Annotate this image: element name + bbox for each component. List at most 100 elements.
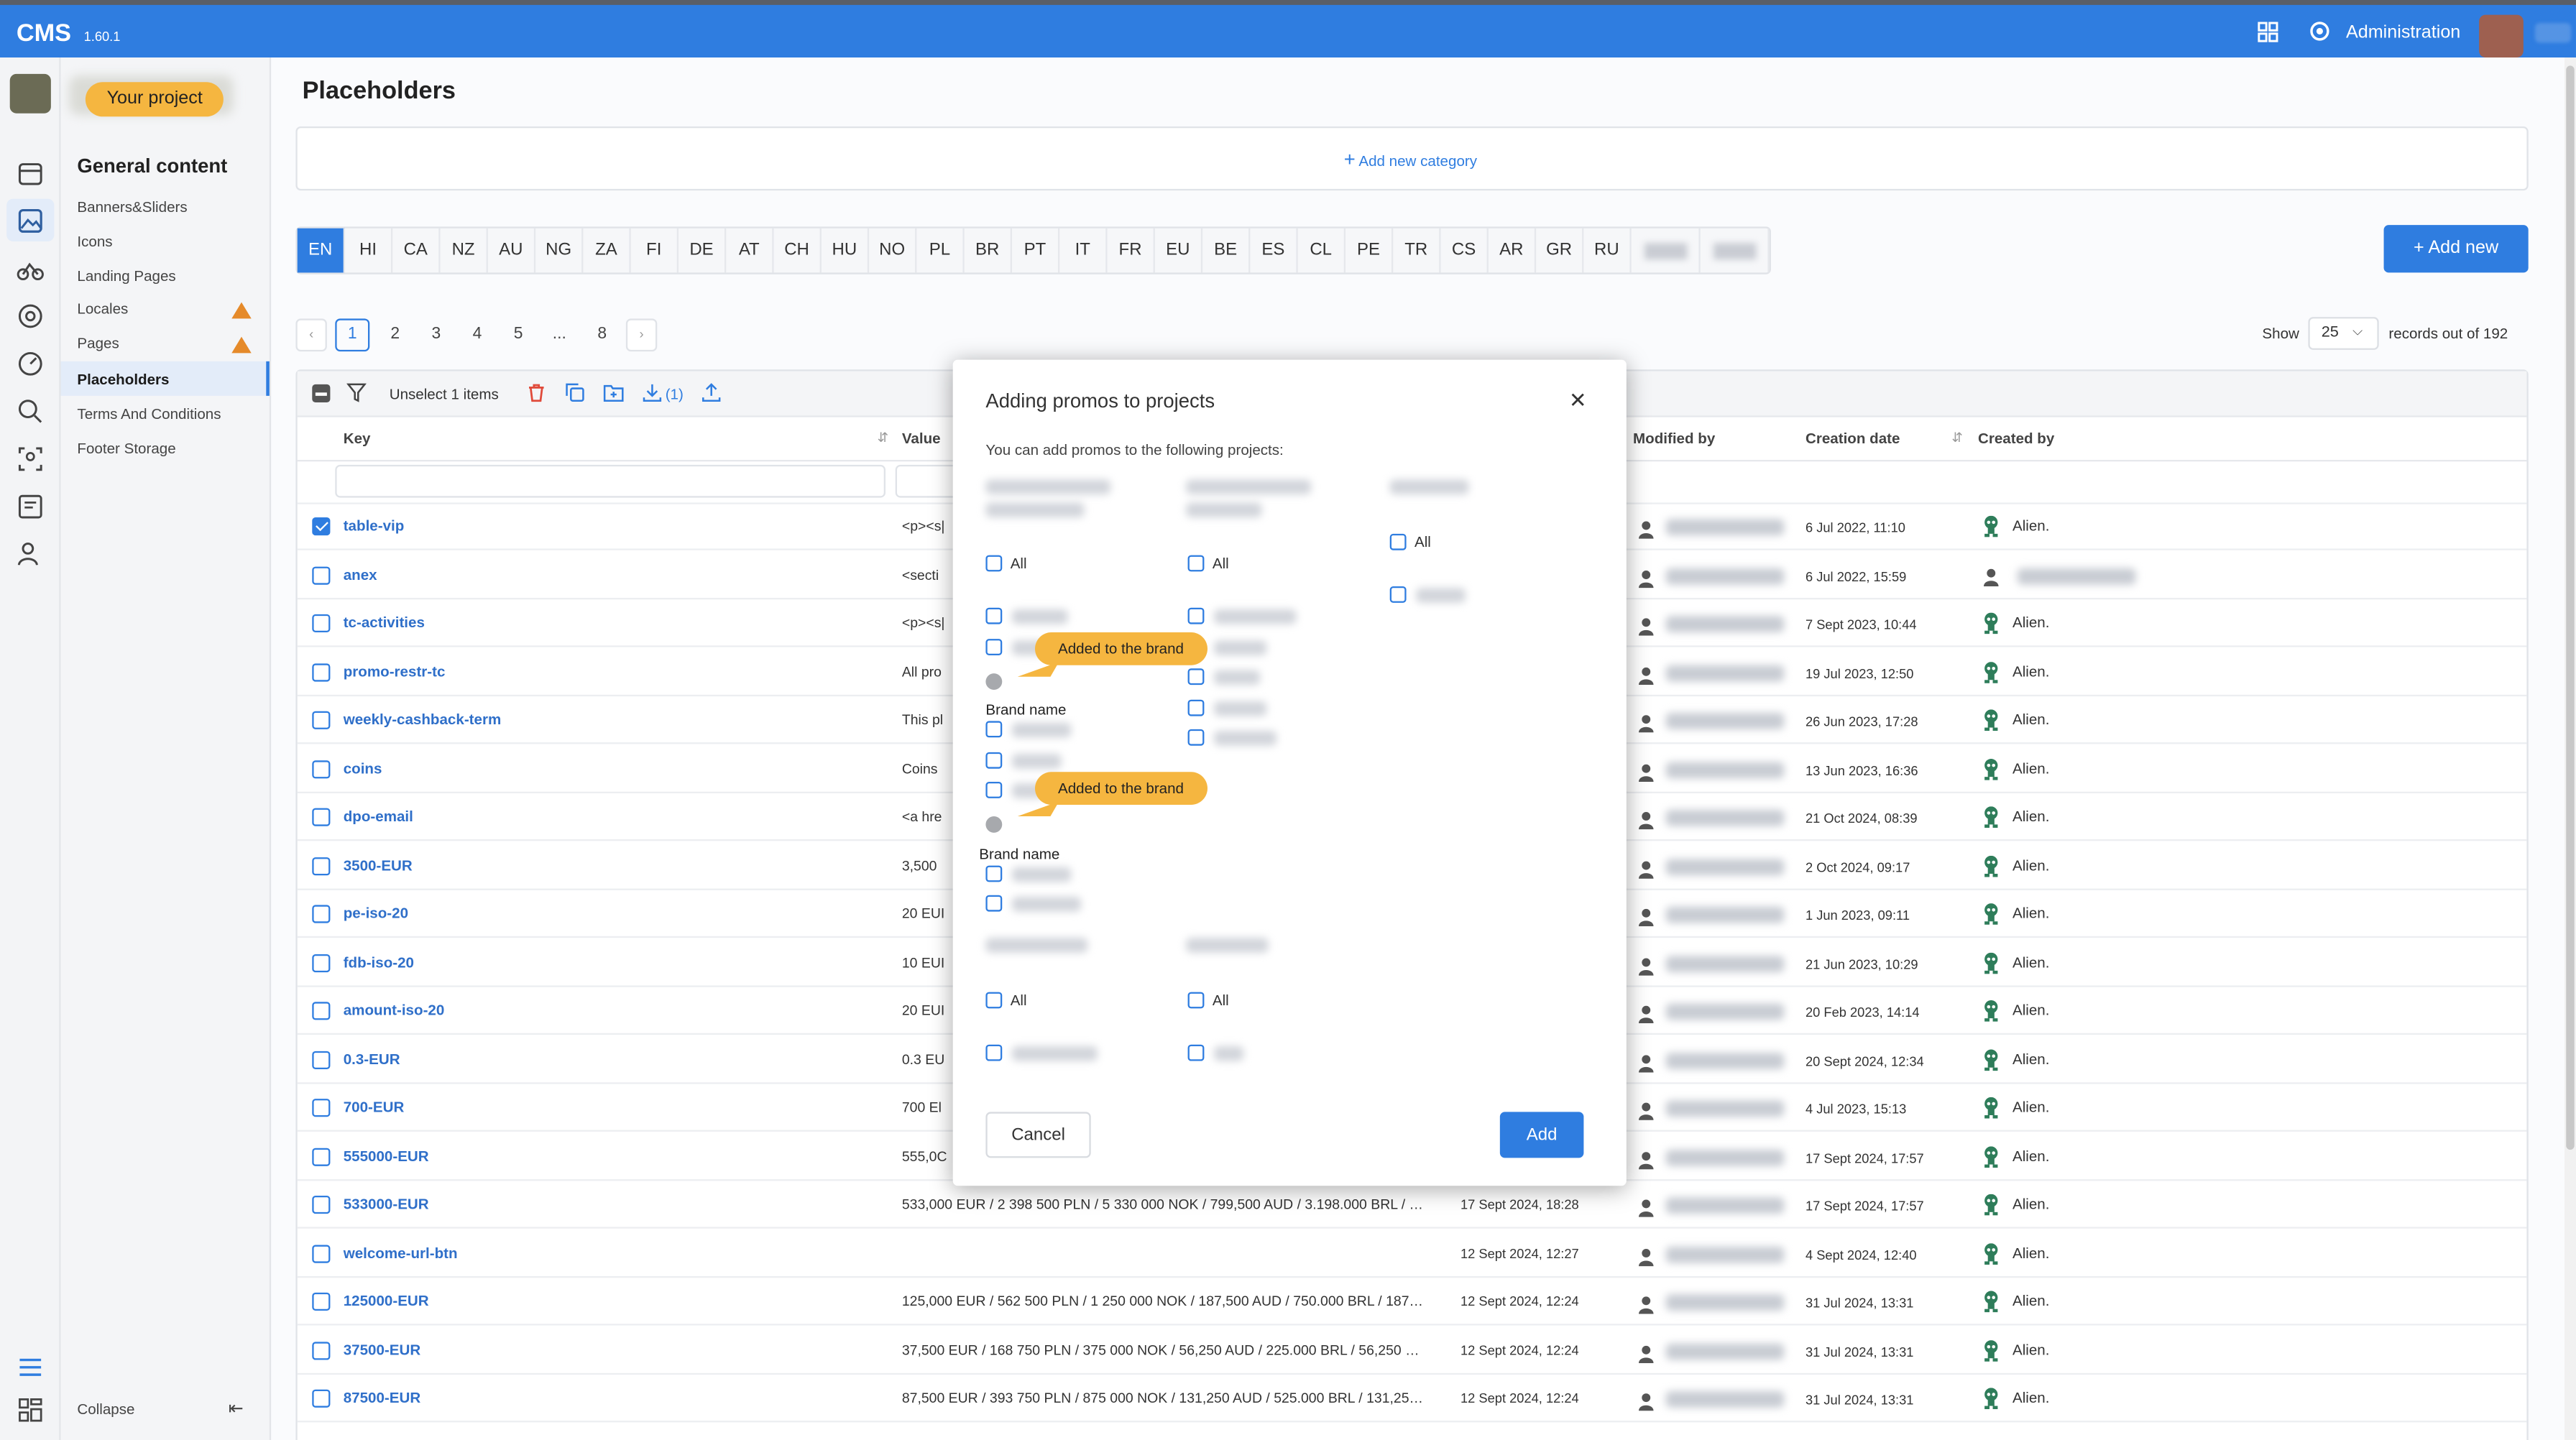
- cancel-button[interactable]: Cancel: [985, 1112, 1091, 1158]
- row-checkbox[interactable]: [312, 1292, 331, 1311]
- project-selector[interactable]: Your project: [85, 82, 224, 117]
- row-key-link[interactable]: 0.3-EUR: [344, 1051, 400, 1067]
- sort-icon[interactable]: ⇵: [1951, 430, 1962, 446]
- unselect-all-checkbox[interactable]: [312, 384, 331, 402]
- add-category-link[interactable]: + Add new category: [1344, 148, 1477, 171]
- key-filter-input[interactable]: [335, 464, 886, 498]
- project-checkbox[interactable]: [1187, 699, 1205, 716]
- column-value[interactable]: Value: [902, 430, 941, 447]
- close-icon[interactable]: ✕: [1569, 387, 1587, 414]
- column-created-by[interactable]: Created by: [1978, 430, 2054, 447]
- project-checkbox[interactable]: [1187, 1044, 1205, 1061]
- project-checkbox[interactable]: [1187, 607, 1205, 624]
- page-button[interactable]: 8: [585, 318, 620, 351]
- page-button[interactable]: 5: [501, 318, 535, 351]
- column-creation-date[interactable]: Creation date: [1806, 430, 1900, 447]
- image-content-icon[interactable]: [17, 207, 45, 235]
- nav-item-banners-sliders[interactable]: Banners&Sliders: [77, 199, 187, 216]
- project-checkbox[interactable]: [985, 895, 1003, 912]
- row-checkbox[interactable]: [312, 711, 331, 729]
- lang-tab-pt[interactable]: PT: [1012, 228, 1060, 273]
- page-button[interactable]: 3: [419, 318, 454, 351]
- lang-tab-no[interactable]: NO: [869, 228, 917, 273]
- collapse-button[interactable]: Collapse: [77, 1401, 134, 1418]
- lang-tab-pl[interactable]: PL: [916, 228, 965, 273]
- project-checkbox[interactable]: [1187, 668, 1205, 686]
- row-key-link[interactable]: anex: [344, 566, 377, 582]
- nav-item-footer-storage[interactable]: Footer Storage: [77, 440, 175, 457]
- lang-tab-au[interactable]: AU: [488, 228, 536, 273]
- row-key-link[interactable]: coins: [344, 760, 382, 776]
- gear-icon[interactable]: [2308, 19, 2331, 42]
- row-checkbox[interactable]: [312, 566, 331, 584]
- next-page-button[interactable]: ›: [625, 318, 658, 352]
- project-checkbox[interactable]: [985, 1044, 1003, 1061]
- row-checkbox[interactable]: [312, 663, 331, 681]
- speed-settings-icon[interactable]: [17, 350, 45, 378]
- lang-tab-be[interactable]: BE: [1202, 228, 1251, 273]
- lang-tab-ch[interactable]: CH: [774, 228, 822, 273]
- apps-grid-icon[interactable]: [2258, 22, 2279, 43]
- row-key-link[interactable]: dpo-email: [344, 808, 413, 825]
- row-checkbox[interactable]: [312, 1002, 331, 1020]
- lang-tab-nz[interactable]: NZ: [441, 228, 488, 273]
- row-checkbox[interactable]: [312, 905, 331, 923]
- all-checkbox[interactable]: [1187, 555, 1205, 572]
- row-checkbox[interactable]: [312, 808, 331, 826]
- lang-tab-en[interactable]: EN: [297, 228, 345, 273]
- collapse-arrow-icon[interactable]: ⇤: [229, 1398, 244, 1418]
- lang-tab-de[interactable]: DE: [678, 228, 727, 273]
- page-button[interactable]: 1: [335, 318, 370, 352]
- row-key-link[interactable]: welcome-url-btn: [344, 1244, 458, 1260]
- page-button[interactable]: 2: [378, 318, 413, 351]
- row-checkbox[interactable]: [312, 1195, 331, 1214]
- lang-tab-eu[interactable]: EU: [1155, 228, 1203, 273]
- row-key-link[interactable]: 533000-EUR: [344, 1196, 429, 1212]
- lang-tab-blurred[interactable]: [1701, 228, 1770, 273]
- project-checkbox[interactable]: [985, 639, 1003, 655]
- row-key-link[interactable]: table-vip: [344, 517, 405, 534]
- delete-icon[interactable]: [528, 383, 546, 402]
- administration-link[interactable]: Administration: [2346, 23, 2460, 42]
- all-checkbox[interactable]: [985, 555, 1003, 572]
- copy-icon[interactable]: [565, 383, 584, 402]
- row-key-link[interactable]: amount-iso-20: [344, 1002, 445, 1018]
- row-checkbox[interactable]: [312, 517, 331, 536]
- add-button[interactable]: Add: [1499, 1112, 1584, 1158]
- project-checkbox[interactable]: [1187, 729, 1205, 746]
- filter-icon[interactable]: [346, 383, 367, 402]
- row-checkbox[interactable]: [312, 1389, 331, 1408]
- user-avatar[interactable]: [2479, 14, 2524, 57]
- user-scan-icon[interactable]: [17, 445, 45, 473]
- lang-tab-blurred[interactable]: [1632, 228, 1701, 273]
- bike-icon[interactable]: [17, 254, 45, 282]
- row-key-link[interactable]: 87500-EUR: [344, 1390, 420, 1406]
- row-key-link[interactable]: 700-EUR: [344, 1099, 405, 1115]
- row-key-link[interactable]: pe-iso-20: [344, 905, 408, 921]
- column-key[interactable]: Key: [344, 430, 371, 447]
- lang-tab-ru[interactable]: RU: [1583, 228, 1632, 273]
- scrollbar-thumb[interactable]: [2566, 65, 2575, 1150]
- add-folder-icon[interactable]: [603, 383, 625, 402]
- row-key-link[interactable]: 3500-EUR: [344, 857, 413, 873]
- project-checkbox[interactable]: [985, 752, 1003, 769]
- row-key-link[interactable]: 125000-EUR: [344, 1293, 429, 1309]
- row-checkbox[interactable]: [312, 614, 331, 632]
- row-key-link[interactable]: fdb-iso-20: [344, 954, 414, 970]
- row-key-link[interactable]: 37500-EUR: [344, 1341, 420, 1357]
- nav-item-pages[interactable]: Pages: [77, 335, 119, 351]
- add-new-button[interactable]: + Add new: [2383, 225, 2529, 273]
- lang-tab-hu[interactable]: HU: [822, 228, 870, 273]
- project-checkbox[interactable]: [985, 865, 1003, 882]
- layout-icon[interactable]: [17, 1396, 45, 1424]
- row-key-link[interactable]: 555000-EUR: [344, 1148, 429, 1164]
- prev-page-button[interactable]: ‹: [295, 318, 327, 352]
- project-checkbox[interactable]: [1389, 586, 1407, 603]
- project-checkbox[interactable]: [985, 721, 1003, 738]
- nav-item-landing-pages[interactable]: Landing Pages: [77, 268, 175, 285]
- row-checkbox[interactable]: [312, 1147, 331, 1166]
- row-key-link[interactable]: tc-activities: [344, 614, 425, 631]
- search-icon[interactable]: [17, 397, 45, 425]
- value-filter-input[interactable]: [895, 464, 962, 498]
- row-key-link[interactable]: weekly-cashback-term: [344, 711, 502, 728]
